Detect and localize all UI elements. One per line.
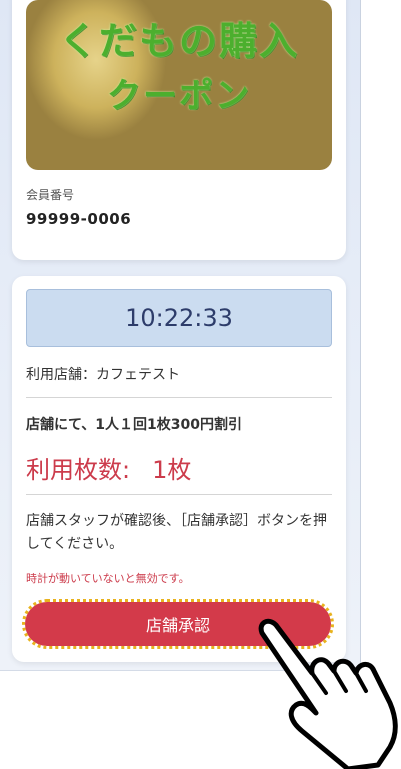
usage-count-value: 1枚 <box>152 456 192 484</box>
banner-title-line1: くだもの購入 <box>58 19 299 63</box>
coupon-banner-image: くだもの購入 クーポン <box>26 0 332 170</box>
coupon-card: 10:22:33 利用店舗：カフェテスト 店舗にて、1人１回1枚300円割引 利… <box>12 276 346 662</box>
member-number-label: 会員番号 <box>26 188 75 202</box>
usage-count: 利用枚数: 1枚 <box>26 450 191 485</box>
member-number-value: 99999-0006 <box>26 210 132 228</box>
discount-description: 店舗にて、1人１回1枚300円割引 <box>26 417 243 433</box>
clock-warning: 時計が動いていないと無効です。 <box>26 572 190 585</box>
usage-count-label: 利用枚数: <box>26 456 131 484</box>
pointing-hand-icon <box>258 618 398 769</box>
member-card: くだもの購入 クーポン 会員番号 99999-0006 <box>12 0 346 260</box>
clock-display: 10:22:33 <box>26 289 332 347</box>
divider <box>26 397 332 398</box>
store-name: 利用店舗：カフェテスト <box>26 367 180 383</box>
app-background: くだもの購入 クーポン 会員番号 99999-0006 10:22:33 利用店… <box>0 0 361 671</box>
banner-title-line2: クーポン <box>107 76 251 116</box>
instruction-text: 店舗スタッフが確認後、［店舗承認］ボタンを押してください。 <box>26 513 327 552</box>
divider <box>26 494 332 495</box>
